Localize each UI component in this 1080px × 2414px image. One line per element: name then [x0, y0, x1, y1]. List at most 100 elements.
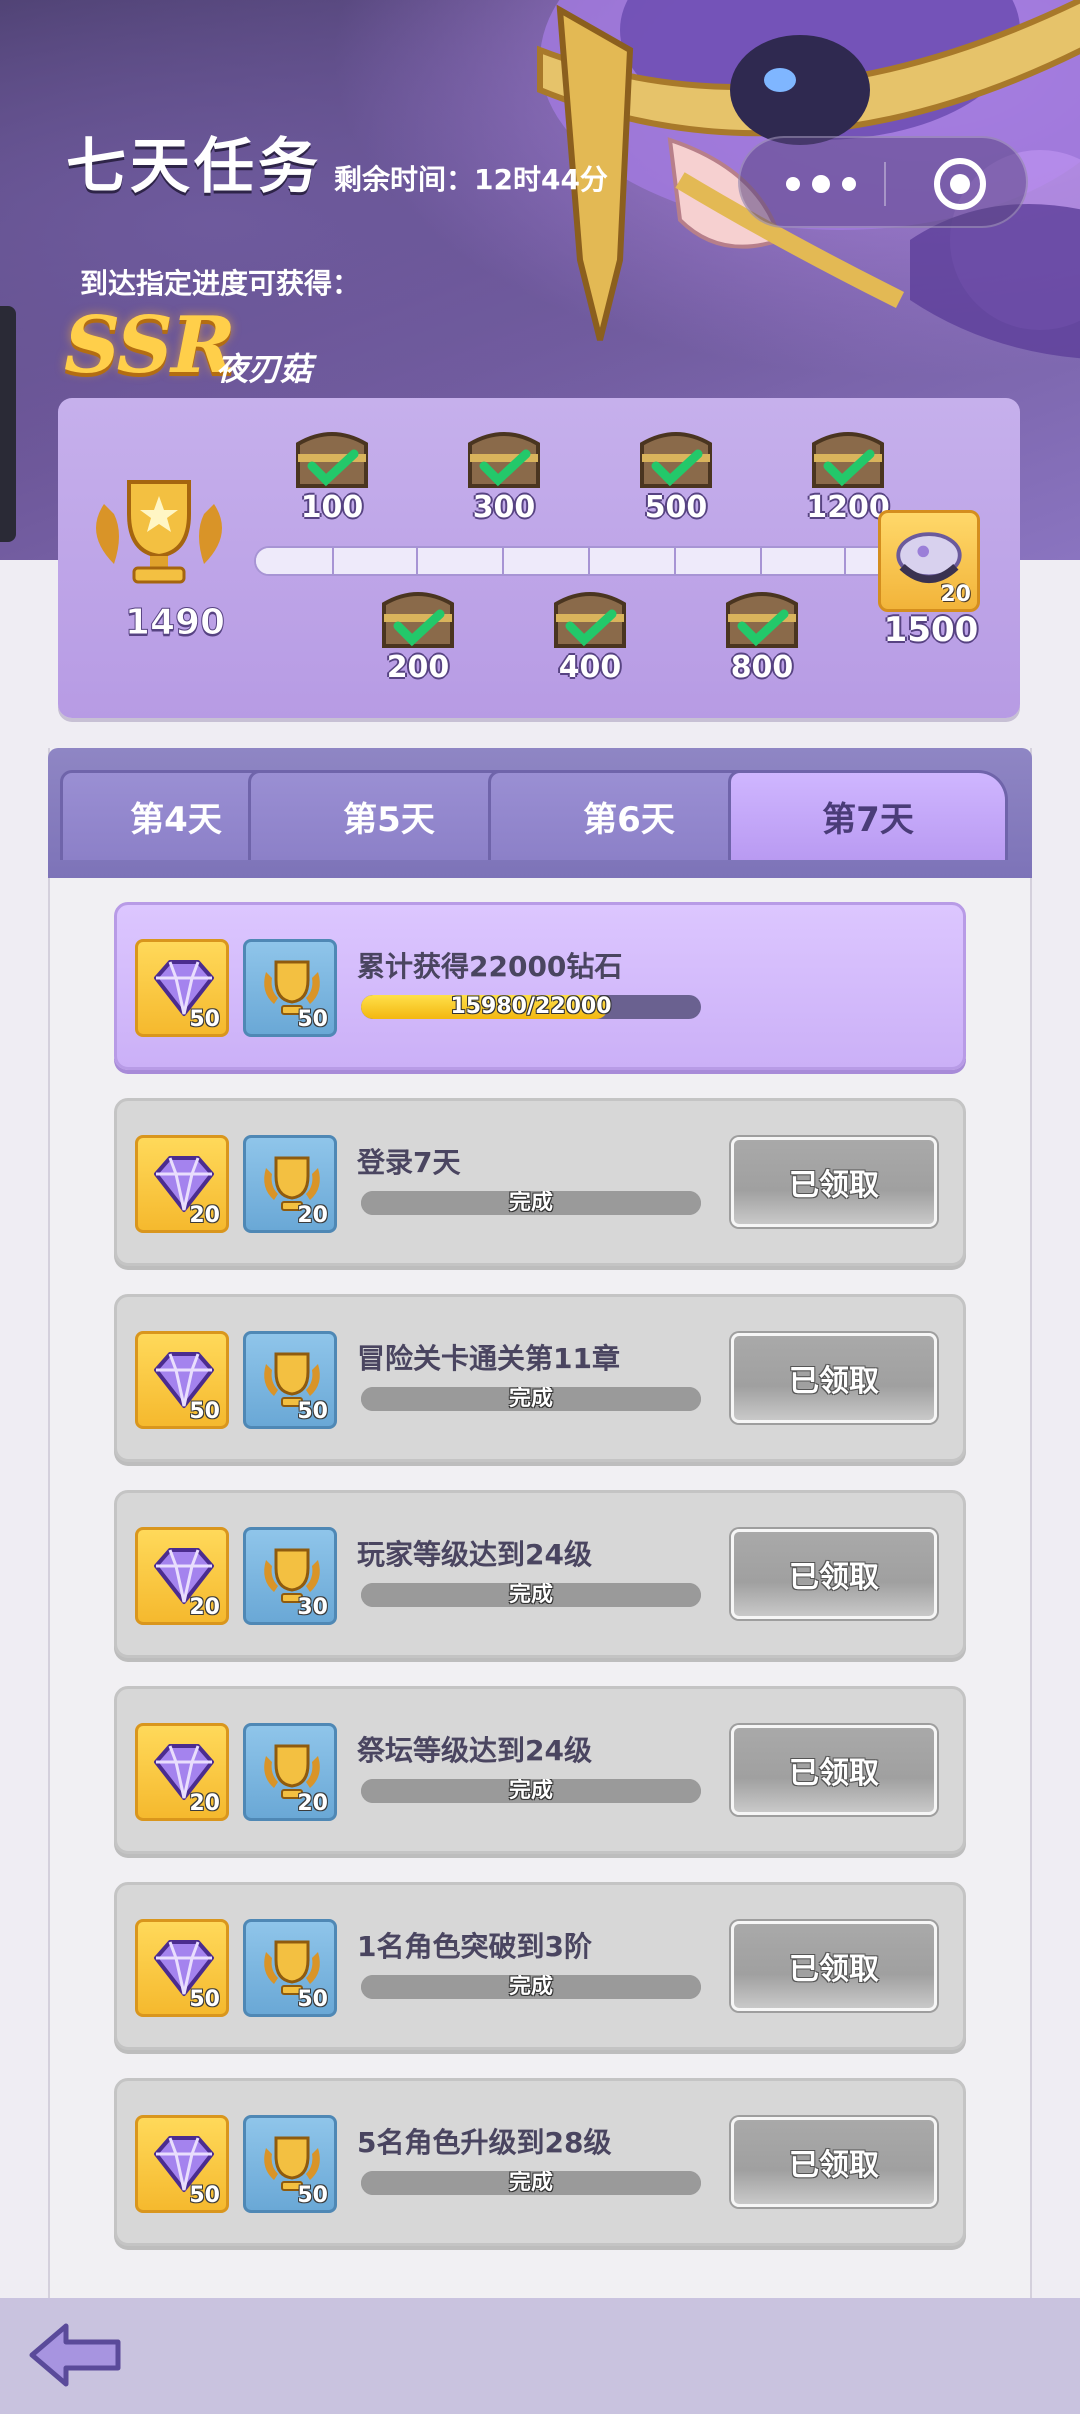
cup-qty: 50 — [297, 1987, 328, 2012]
cup-qty: 50 — [297, 2183, 328, 2208]
reward-cup-slot[interactable]: 20 — [243, 1135, 337, 1233]
capsule-divider — [884, 162, 886, 206]
cup-qty: 50 — [297, 1007, 328, 1032]
claimed-button[interactable]: 已领取 — [731, 1725, 937, 1815]
task-progress-text: 完成 — [508, 1191, 553, 1215]
task-progress-text: 15980/22000 — [450, 995, 612, 1019]
chest-claimed-icon — [640, 432, 712, 488]
task-progress-text: 完成 — [508, 1975, 553, 1999]
cup-qty: 30 — [297, 1595, 328, 1620]
gem-qty: 50 — [189, 1399, 220, 1424]
track-tick — [760, 548, 762, 574]
task-progress-text: 完成 — [508, 1583, 553, 1607]
task-card: 20 20 祭坛等级达到24级完成 已领取 — [114, 1686, 966, 1854]
task-card: 50 50 5名角色升级到28级 完成 已领取 — [114, 2078, 966, 2246]
target-close-icon[interactable] — [934, 158, 986, 210]
reward-gem-slot[interactable]: 50 — [135, 1919, 229, 2017]
task-title: 冒险关卡通关第11章 — [357, 1342, 620, 1375]
side-handle[interactable] — [0, 306, 16, 542]
task-progress-bar: 15980/22000 — [361, 995, 701, 1019]
task-title: 累计获得22000钻石 — [357, 950, 623, 983]
task-card: 50 50 累计获得22000钻石 15980/22000 — [114, 902, 966, 1070]
reward-cup-slot[interactable]: 50 — [243, 1919, 337, 2017]
task-progress-bar: 完成 — [361, 1779, 701, 1803]
ssr-rarity-badge: SSR — [64, 300, 236, 391]
task-title: 1名角色突破到3阶 — [357, 1930, 592, 1963]
track-tick — [332, 548, 334, 574]
milestone-label: 100 — [300, 490, 364, 525]
track-tick — [674, 548, 676, 574]
progress-fill — [256, 548, 888, 574]
reward-cup-slot[interactable]: 30 — [243, 1527, 337, 1625]
page-title: 七天任务 — [66, 132, 322, 202]
milestone-300[interactable]: 300 — [454, 424, 554, 534]
progress-track — [254, 546, 894, 576]
final-item-qty: 20 — [940, 582, 971, 607]
task-progress-bar: 完成 — [361, 1191, 701, 1215]
claimed-button[interactable]: 已领取 — [731, 1529, 937, 1619]
chest-claimed-icon — [468, 432, 540, 488]
chest-claimed-icon — [554, 592, 626, 648]
track-tick — [844, 548, 846, 574]
milestone-100[interactable]: 100 — [282, 424, 382, 534]
claimed-button[interactable]: 已领取 — [731, 1333, 937, 1423]
milestone-500[interactable]: 500 — [626, 424, 726, 534]
milestone-200[interactable]: 200 — [368, 584, 468, 694]
task-progress-bar: 完成 — [361, 1583, 701, 1607]
milestone-label: 800 — [730, 650, 794, 685]
claimed-button[interactable]: 已领取 — [731, 2117, 937, 2207]
final-milestone-label: 1500 — [883, 610, 979, 650]
task-card: 20 20 登录7天完成 已领取 — [114, 1098, 966, 1266]
remaining-time: 剩余时间：12时44分 — [334, 163, 608, 196]
reward-gem-slot[interactable]: 50 — [135, 2115, 229, 2213]
current-score: 1490 — [124, 602, 226, 644]
reward-cup-slot[interactable]: 50 — [243, 2115, 337, 2213]
gem-qty: 50 — [189, 1007, 220, 1032]
task-progress-bar: 完成 — [361, 1975, 701, 1999]
reward-gem-slot[interactable]: 50 — [135, 939, 229, 1037]
task-title: 祭坛等级达到24级 — [357, 1734, 592, 1767]
gem-qty: 50 — [189, 2183, 220, 2208]
milestone-label: 500 — [644, 490, 708, 525]
claimed-button[interactable]: 已领取 — [731, 1137, 937, 1227]
gem-qty: 20 — [189, 1791, 220, 1816]
trophy-icon — [96, 480, 222, 584]
mini-program-capsule — [738, 136, 1028, 228]
claimed-button[interactable]: 已领取 — [731, 1921, 937, 2011]
chest-claimed-icon — [382, 592, 454, 648]
reach-progress-hint: 到达指定进度可获得： — [80, 267, 361, 300]
progress-panel: 1490 100 300 500 1200 200 400 800 20 150… — [58, 398, 1020, 718]
reward-gem-slot[interactable]: 20 — [135, 1135, 229, 1233]
track-tick — [588, 548, 590, 574]
gem-qty: 20 — [189, 1595, 220, 1620]
tab-day-7[interactable]: 第7天 — [728, 770, 1008, 860]
gem-qty: 50 — [189, 1987, 220, 2012]
milestone-400[interactable]: 400 — [540, 584, 640, 694]
reward-gem-slot[interactable]: 50 — [135, 1331, 229, 1429]
reward-gem-slot[interactable]: 20 — [135, 1723, 229, 1821]
reward-character-name: 夜刃菇 — [216, 350, 313, 388]
task-title: 玩家等级达到24级 — [357, 1538, 592, 1571]
chest-claimed-icon — [726, 592, 798, 648]
reward-gem-slot[interactable]: 20 — [135, 1527, 229, 1625]
reward-cup-slot[interactable]: 50 — [243, 939, 337, 1037]
chest-claimed-icon — [812, 432, 884, 488]
gem-qty: 20 — [189, 1203, 220, 1228]
milestone-800[interactable]: 800 — [712, 584, 812, 694]
task-progress-text: 完成 — [508, 1779, 553, 1803]
task-card: 20 30 玩家等级达到24级完成 已领取 — [114, 1490, 966, 1658]
character-illustration — [537, 0, 1080, 359]
cup-qty: 20 — [297, 1791, 328, 1816]
task-card: 50 50 冒险关卡通关第11章 完成 已领取 — [114, 1294, 966, 1462]
task-title: 登录7天 — [357, 1146, 461, 1179]
back-arrow-icon[interactable] — [26, 2320, 126, 2390]
more-dots-icon[interactable] — [786, 166, 856, 202]
final-reward-item[interactable]: 20 — [878, 510, 980, 612]
track-tick — [502, 548, 504, 574]
day-tabs: 第4天 第5天 第6天 第7天 — [48, 748, 1032, 878]
reward-cup-slot[interactable]: 20 — [243, 1723, 337, 1821]
task-card: 50 50 1名角色突破到3阶完成 已领取 — [114, 1882, 966, 2050]
reward-cup-slot[interactable]: 50 — [243, 1331, 337, 1429]
task-title: 5名角色升级到28级 — [357, 2126, 612, 2159]
chest-claimed-icon — [296, 432, 368, 488]
